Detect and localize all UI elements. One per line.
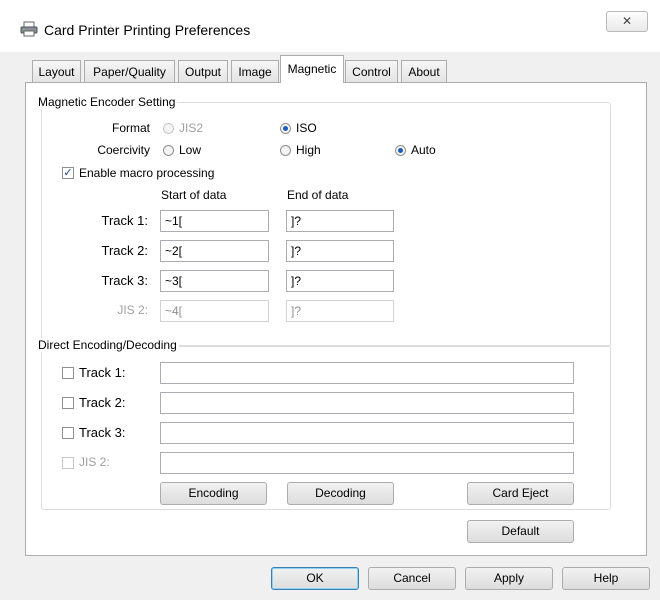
tab-control[interactable]: Control — [345, 60, 398, 82]
coercivity-high-radio[interactable] — [280, 145, 291, 156]
track2-end-input[interactable] — [286, 240, 394, 262]
tab-magnetic[interactable]: Magnetic — [280, 55, 344, 83]
enable-macro-label: Enable macro processing — [79, 166, 215, 180]
tab-image[interactable]: Image — [231, 60, 279, 82]
window-title: Card Printer Printing Preferences — [44, 22, 251, 38]
track2-start-input[interactable] — [160, 240, 269, 262]
tab-layout[interactable]: Layout — [32, 60, 81, 82]
direct-track3-label: Track 3: — [79, 425, 126, 440]
format-iso-label: ISO — [296, 121, 317, 135]
direct-track2-checkbox[interactable] — [62, 397, 74, 409]
direct-jis2-label: JIS 2: — [79, 455, 110, 469]
format-iso-radio[interactable] — [280, 123, 291, 134]
apply-button[interactable]: Apply — [465, 567, 553, 590]
coercivity-low-label: Low — [179, 143, 202, 157]
track3-label: Track 3: — [101, 273, 148, 288]
format-jis2-radio[interactable] — [163, 123, 174, 134]
end-of-data-header: End of data — [287, 188, 349, 202]
close-icon: ✕ — [621, 14, 633, 28]
checkmark-icon: ✓ — [63, 167, 73, 179]
tab-output[interactable]: Output — [178, 60, 228, 82]
encoding-button[interactable]: Encoding — [160, 482, 267, 505]
group-title: Direct Encoding/Decoding — [36, 338, 179, 352]
jis2-start-input[interactable] — [160, 300, 269, 322]
help-button[interactable]: Help — [562, 567, 650, 590]
direct-track2-input[interactable] — [160, 392, 574, 414]
direct-track1-label: Track 1: — [79, 365, 126, 380]
direct-track2-label: Track 2: — [79, 395, 126, 410]
magnetic-tab-panel: Magnetic Encoder Setting Format JIS2 ISO… — [25, 82, 647, 556]
jis2-label: JIS 2: — [117, 303, 148, 317]
preferences-window: Card Printer Printing Preferences ✕ Layo… — [0, 0, 660, 600]
track1-end-input[interactable] — [286, 210, 394, 232]
card-eject-button[interactable]: Card Eject — [467, 482, 574, 505]
direct-track1-checkbox[interactable] — [62, 367, 74, 379]
tab-about[interactable]: About — [401, 60, 447, 82]
jis2-end-input[interactable] — [286, 300, 394, 322]
direct-jis2-input[interactable] — [160, 452, 574, 474]
coercivity-low-radio[interactable] — [163, 145, 174, 156]
close-button[interactable]: ✕ — [606, 11, 648, 32]
direct-jis2-checkbox[interactable] — [62, 457, 74, 469]
coercivity-label: Coercivity — [97, 143, 150, 157]
tab-paper-quality[interactable]: Paper/Quality — [84, 60, 175, 82]
start-of-data-header: Start of data — [161, 188, 227, 202]
format-label: Format — [111, 121, 150, 135]
direct-track3-checkbox[interactable] — [62, 427, 74, 439]
coercivity-auto-radio[interactable] — [395, 145, 406, 156]
title-bar: Card Printer Printing Preferences ✕ — [0, 0, 660, 53]
track3-end-input[interactable] — [286, 270, 394, 292]
coercivity-auto-label: Auto — [411, 143, 436, 157]
direct-track1-input[interactable] — [160, 362, 574, 384]
track2-label: Track 2: — [101, 243, 148, 258]
track1-start-input[interactable] — [160, 210, 269, 232]
enable-macro-checkbox[interactable]: ✓ — [62, 167, 74, 179]
cancel-button[interactable]: Cancel — [368, 567, 456, 590]
coercivity-high-label: High — [296, 143, 321, 157]
printer-icon — [20, 21, 38, 37]
ok-button[interactable]: OK — [271, 567, 359, 590]
format-jis2-label: JIS2 — [179, 121, 204, 135]
default-button[interactable]: Default — [467, 520, 574, 543]
decoding-button[interactable]: Decoding — [287, 482, 394, 505]
track1-label: Track 1: — [101, 213, 148, 228]
track3-start-input[interactable] — [160, 270, 269, 292]
direct-track3-input[interactable] — [160, 422, 574, 444]
group-title: Magnetic Encoder Setting — [36, 95, 178, 109]
